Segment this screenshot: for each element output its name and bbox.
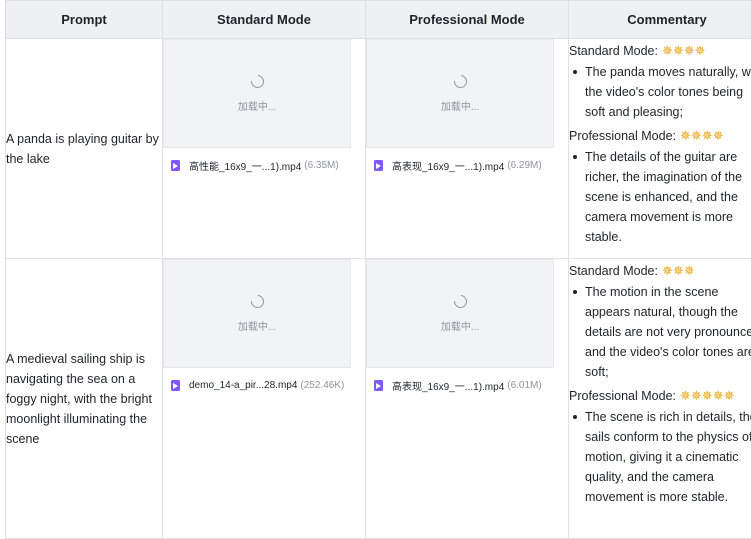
- header-standard-mode: Standard Mode: [163, 1, 366, 39]
- list-item: The motion in the scene appears natural,…: [584, 282, 751, 382]
- video-attachment[interactable]: 加载中... 高性能_16x9_一...1).mp4 (6.35M): [163, 39, 351, 174]
- star-icon: ✵✵✵✵: [662, 41, 706, 61]
- prompt-cell: A panda is playing guitar by the lake: [6, 39, 163, 259]
- loading-text: 加载中...: [441, 98, 479, 113]
- professional-video-cell: 加载中... 高表现_16x9_一...1).mp4 (6.29M): [366, 39, 569, 259]
- header-professional-mode: Professional Mode: [366, 1, 569, 39]
- file-link[interactable]: 高表现_16x9_一...1).mp4 (6.01M): [366, 376, 554, 394]
- standard-mode-rating: Standard Mode: ✵✵✵: [569, 259, 751, 282]
- loading-spinner-icon: [451, 72, 469, 90]
- file-size: (252.46K): [300, 380, 344, 391]
- standard-comment-list: The panda moves naturally, with the vide…: [569, 62, 751, 122]
- file-size: (6.35M): [304, 160, 338, 171]
- standard-mode-label: Standard Mode:: [569, 261, 658, 281]
- video-attachment[interactable]: 加载中... 高表现_16x9_一...1).mp4 (6.29M): [366, 39, 554, 174]
- loading-text: 加载中...: [238, 98, 276, 113]
- file-name: 高性能_16x9_一...1).mp4: [189, 158, 301, 173]
- video-preview[interactable]: 加载中...: [163, 259, 351, 368]
- comparison-table: Prompt Standard Mode Professional Mode C…: [5, 0, 751, 539]
- video-file-icon: [374, 160, 383, 171]
- standard-mode-label: Standard Mode:: [569, 41, 658, 61]
- table-row: A panda is playing guitar by the lake 加载…: [6, 39, 751, 259]
- file-link[interactable]: 高表现_16x9_一...1).mp4 (6.29M): [366, 156, 554, 174]
- standard-mode-rating: Standard Mode: ✵✵✵✵: [569, 39, 751, 62]
- file-link[interactable]: 高性能_16x9_一...1).mp4 (6.35M): [163, 156, 351, 174]
- file-size: (6.29M): [507, 160, 541, 171]
- video-file-icon: [374, 380, 383, 391]
- table-row: A medieval sailing ship is navigating th…: [6, 259, 751, 539]
- star-icon: ✵✵✵✵: [680, 126, 724, 146]
- professional-mode-rating: Professional Mode: ✵✵✵✵: [569, 124, 751, 147]
- professional-mode-rating: Professional Mode: ✵✵✵✵✵: [569, 384, 751, 407]
- professional-video-cell: 加载中... 高表现_16x9_一...1).mp4 (6.01M): [366, 259, 569, 539]
- standard-video-cell: 加载中... 高性能_16x9_一...1).mp4 (6.35M): [163, 39, 366, 259]
- list-item: The panda moves naturally, with the vide…: [584, 62, 751, 122]
- standard-comment-list: The motion in the scene appears natural,…: [569, 282, 751, 382]
- loading-text: 加载中...: [441, 318, 479, 333]
- loading-spinner-icon: [248, 72, 266, 90]
- video-preview[interactable]: 加载中...: [163, 39, 351, 148]
- professional-comment-list: The scene is rich in details, the sails …: [569, 407, 751, 507]
- video-file-icon: [171, 160, 180, 171]
- video-preview[interactable]: 加载中...: [366, 39, 554, 148]
- video-file-icon: [171, 380, 180, 391]
- professional-comment-list: The details of the guitar are richer, th…: [569, 147, 751, 247]
- loading-spinner-icon: [451, 292, 469, 310]
- header-commentary: Commentary: [569, 1, 751, 39]
- video-attachment[interactable]: 加载中... 高表现_16x9_一...1).mp4 (6.01M): [366, 259, 554, 394]
- commentary-cell: Standard Mode: ✵✵✵✵ The panda moves natu…: [569, 39, 751, 259]
- table-header-row: Prompt Standard Mode Professional Mode C…: [6, 1, 751, 39]
- file-size: (6.01M): [507, 380, 541, 391]
- file-name: 高表现_16x9_一...1).mp4: [392, 158, 504, 173]
- prompt-cell: A medieval sailing ship is navigating th…: [6, 259, 163, 539]
- list-item: The scene is rich in details, the sails …: [584, 407, 751, 507]
- professional-mode-label: Professional Mode:: [569, 126, 676, 146]
- standard-video-cell: 加载中... demo_14-a_pir...28.mp4 (252.46K): [163, 259, 366, 539]
- video-preview[interactable]: 加载中...: [366, 259, 554, 368]
- commentary-cell: Standard Mode: ✵✵✵ The motion in the sce…: [569, 259, 751, 539]
- star-icon: ✵✵✵: [662, 261, 695, 281]
- file-link[interactable]: demo_14-a_pir...28.mp4 (252.46K): [163, 376, 351, 394]
- loading-text: 加载中...: [238, 318, 276, 333]
- header-prompt: Prompt: [6, 1, 163, 39]
- professional-mode-label: Professional Mode:: [569, 386, 676, 406]
- video-attachment[interactable]: 加载中... demo_14-a_pir...28.mp4 (252.46K): [163, 259, 351, 394]
- list-item: The details of the guitar are richer, th…: [584, 147, 751, 247]
- file-name: 高表现_16x9_一...1).mp4: [392, 378, 504, 393]
- star-icon: ✵✵✵✵✵: [680, 386, 734, 406]
- file-name: demo_14-a_pir...28.mp4: [189, 380, 297, 391]
- loading-spinner-icon: [248, 292, 266, 310]
